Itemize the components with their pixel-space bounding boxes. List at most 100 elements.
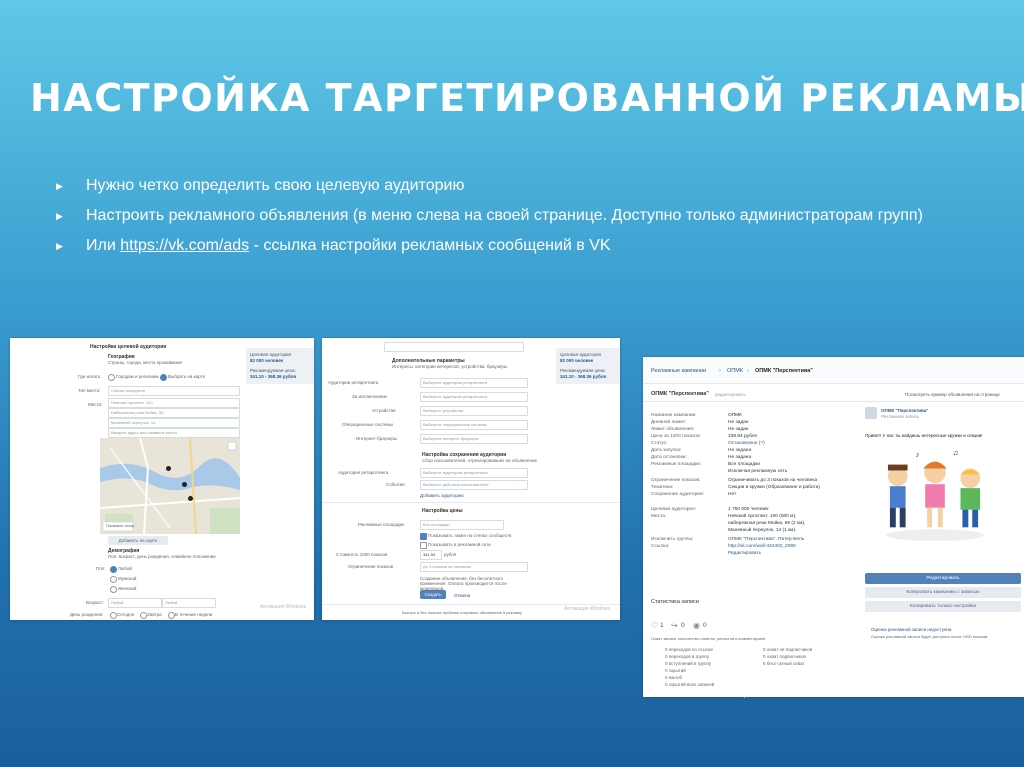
radio-sex-female[interactable] xyxy=(110,586,117,593)
preview-link[interactable]: Посмотреть пример объявления на странице xyxy=(905,392,1000,397)
stat-item: 0 скрытий всех записей xyxy=(665,682,715,687)
devices-select[interactable]: Выберите устройства xyxy=(420,406,528,416)
radio-map-label: Выбрать на карте xyxy=(168,374,206,379)
svg-text:♫: ♫ xyxy=(953,448,959,457)
rating-text: Оценка рекламной записи будет доступна п… xyxy=(871,634,989,639)
slide-title: НАСТРОЙКА ТАРГЕТИРОВАННОЙ РЕКЛАМЫ xyxy=(30,76,1024,120)
bullet-item: ▶ Нужно четко определить свою целевую ау… xyxy=(56,176,936,195)
age-from-select[interactable]: Любой xyxy=(108,598,162,608)
row-key: Исключить группы: xyxy=(651,537,694,542)
demo-hint: Пол, возраст, день рождения, семейное по… xyxy=(108,554,216,559)
audience-heading: Настройки целевой аудитории xyxy=(90,344,167,350)
platform-select[interactable]: Все площадки xyxy=(420,520,504,530)
field-label: Устройства xyxy=(372,408,396,413)
retarget-select[interactable]: Выберите аудитории ретаргетинга xyxy=(420,378,528,388)
create-button[interactable]: Создать xyxy=(420,590,446,599)
place-field[interactable]: Маневный переулок, 14 xyxy=(108,418,240,428)
cost-label: Стоимость 1000 показов xyxy=(336,552,388,557)
stats-hint: Охват записи, количество отметок, репост… xyxy=(651,636,766,641)
ad-text: Привет! У нас ты найдешь интересные круж… xyxy=(865,433,983,438)
add-audience-link[interactable]: Добавить аудиторию xyxy=(420,493,464,498)
events-select[interactable]: Выберите действия пользователей xyxy=(420,480,528,490)
show-point-link[interactable]: Показать точку xyxy=(106,523,134,529)
triangle-bullet-icon: ▶ xyxy=(56,211,63,221)
map-view[interactable]: Показать точку xyxy=(100,438,240,534)
age-to-select[interactable]: Любой xyxy=(162,598,216,608)
limit-label: Ограничение показов xyxy=(348,564,394,569)
add-place-input[interactable]: Введите адрес или название места xyxy=(108,428,240,438)
crumb-current: ОПМК "Перспектива" xyxy=(755,368,813,374)
bullet-text: Нужно четко определить свою целевую ауди… xyxy=(86,177,465,194)
device-select[interactable] xyxy=(384,342,524,352)
summary-price: 341.10 - 368.36 рубля xyxy=(250,374,297,379)
type-select[interactable]: Сейчас находятся xyxy=(108,386,240,396)
avatar xyxy=(865,407,877,419)
row-key: Лимит объявления: xyxy=(651,427,695,432)
bday-option: Завтра xyxy=(147,612,162,617)
where-label: Где искать: xyxy=(78,374,102,379)
groups-value[interactable]: ОПМК "Перспектива", Питер-Бель xyxy=(728,537,804,542)
checkbox-week[interactable] xyxy=(168,612,175,619)
places-label: Места: xyxy=(88,402,103,407)
save-audience-select[interactable]: Выберите аудиторию ретаргетинга xyxy=(420,468,528,478)
cost-input[interactable]: 341.94 xyxy=(420,550,442,560)
add-on-map-button[interactable]: Добавить на карте xyxy=(108,536,168,545)
svg-text:♪: ♪ xyxy=(915,450,919,459)
platform-label: Рекламные площадки xyxy=(358,522,404,527)
row-key: Название кампании: xyxy=(651,413,697,418)
row-value: 338.84 рубля xyxy=(728,434,757,439)
row-key: Сохранение аудитории: xyxy=(651,492,704,497)
radio-sex-male[interactable] xyxy=(110,576,117,583)
stat-item: 0 скрытий xyxy=(665,668,686,673)
sex-option: Мужской xyxy=(118,576,137,581)
crumb-sep: › xyxy=(719,368,721,374)
place-field[interactable]: Невский проспект, 100 xyxy=(108,398,240,408)
bullet-item: ▶ Настроить рекламного объявления (в мен… xyxy=(56,206,936,225)
field-label: Операционные системы xyxy=(342,422,393,427)
checkbox-today[interactable] xyxy=(110,612,117,619)
interests-hint: Интересы, категории интересов, устройств… xyxy=(392,364,507,369)
row-value: 1 750 000 человек xyxy=(728,507,769,512)
limit-select[interactable]: До 3 показов на человека xyxy=(420,562,528,572)
field-label: Аудитории ретаргетинга xyxy=(328,380,379,385)
checkbox-walls[interactable] xyxy=(420,533,427,540)
checkbox-ad-network[interactable] xyxy=(420,542,427,549)
audience-summary: Целевая аудитория 82 000 человек Рекомен… xyxy=(246,348,314,384)
title-edit[interactable]: редактировать xyxy=(715,392,746,397)
summary-price: 341.10 - 368.36 рубля xyxy=(560,374,607,379)
bday-option: Сегодня xyxy=(117,612,135,617)
row-value: Все площадки xyxy=(728,462,760,467)
radio-map[interactable] xyxy=(160,374,167,381)
exclude-select[interactable]: Выберите аудитории ретаргетинга xyxy=(420,392,528,402)
radio-sex-any[interactable] xyxy=(110,566,117,573)
audience-summary: Целевая аудитория 82 000 человек Рекомен… xyxy=(556,348,620,384)
checkbox-tomorrow[interactable] xyxy=(140,612,147,619)
radio-city[interactable] xyxy=(108,374,115,381)
share-icon: ↪ xyxy=(671,621,678,630)
row-key: Дата остановки: xyxy=(651,455,687,460)
ad-sub: Рекламная запись xyxy=(881,414,920,419)
map-pin-icon[interactable] xyxy=(188,496,193,501)
copy-campaign-button[interactable]: Копировать кампанию с записью xyxy=(865,587,1021,598)
ad-group-name[interactable]: ОПМК "Перспектива" xyxy=(881,408,928,413)
kids-illustration: ♪ ♫ xyxy=(886,448,984,542)
map-pin-icon[interactable] xyxy=(182,482,187,487)
row-value: Не задана xyxy=(728,455,752,460)
map-pin-icon[interactable] xyxy=(166,466,171,471)
divider xyxy=(322,502,620,503)
vk-ads-link[interactable]: https://vk.com/ads xyxy=(120,237,249,254)
status-value[interactable]: Остановлено (?) xyxy=(728,441,765,446)
bullet-item: ▶ Или https://vk.com/ads - ссылка настро… xyxy=(56,236,936,255)
browser-select[interactable]: Выберите интернет-браузеры xyxy=(420,434,528,444)
row-value: Маневный переулок, 14 (1 км). xyxy=(728,528,797,533)
ad-link-value[interactable]: http://vk.com/wall-434402_2090 xyxy=(728,544,796,549)
crumb[interactable]: ОПМК xyxy=(727,368,743,374)
edit-link[interactable]: Редактировать xyxy=(728,551,761,556)
radio-city-label: Городам и регионам xyxy=(116,374,159,379)
os-select[interactable]: Выберите операционные системы xyxy=(420,420,528,430)
place-field[interactable]: Набережная реки Мойки, 59 xyxy=(108,408,240,418)
edit-button[interactable]: Редактировать xyxy=(865,573,1021,584)
crumb[interactable]: Рекламные кампании xyxy=(651,368,706,374)
copy-settings-button[interactable]: Копировать только настройки xyxy=(865,601,1021,612)
cancel-link[interactable]: Отмена xyxy=(454,593,470,598)
